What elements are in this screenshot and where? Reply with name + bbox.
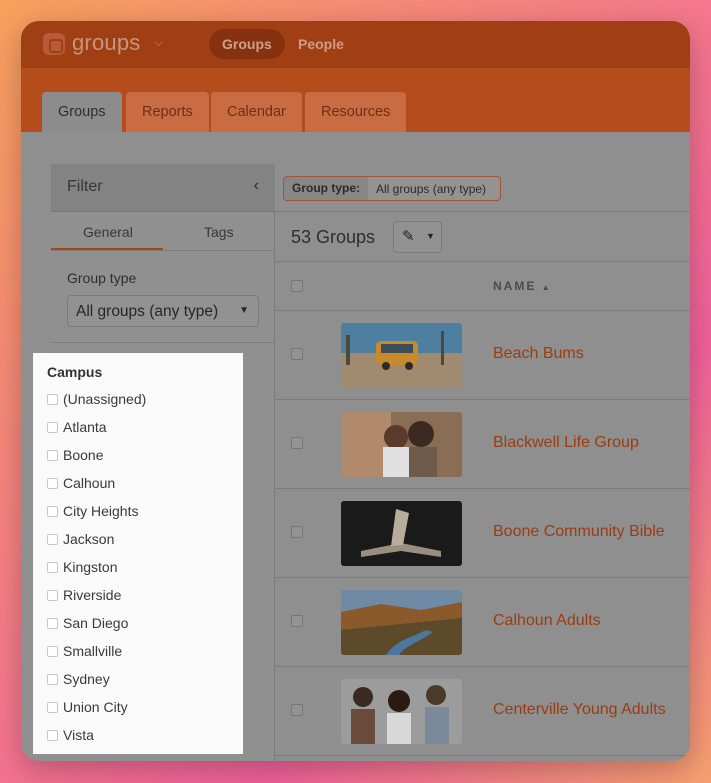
group-count: 53 Groups xyxy=(291,227,376,247)
sort-ascending-icon: ▲ xyxy=(541,283,552,292)
app-name[interactable]: groups xyxy=(72,30,140,56)
campus-option-label: Atlanta xyxy=(63,419,107,435)
filter-chip[interactable]: Group type: All groups (any type) xyxy=(283,176,502,201)
filter-header: Filter ‹ xyxy=(51,164,275,212)
nav-groups[interactable]: Groups xyxy=(209,29,285,59)
row-checkbox[interactable] xyxy=(291,526,303,538)
section-tabs: Groups Reports Calendar Resources xyxy=(21,68,690,132)
row-checkbox[interactable] xyxy=(291,348,303,360)
campus-option[interactable]: Riverside xyxy=(47,585,121,605)
row-checkbox[interactable] xyxy=(291,437,303,449)
campus-option-label: Smallville xyxy=(63,643,123,659)
group-type-label: Group type xyxy=(67,270,137,286)
column-header-name[interactable]: NAME ▲ xyxy=(493,279,552,293)
campus-option[interactable]: Calhoun xyxy=(47,473,115,493)
tab-reports[interactable]: Reports xyxy=(126,92,209,132)
campus-option[interactable]: Boone xyxy=(47,445,103,465)
group-name-link[interactable]: Beach Bums xyxy=(493,345,584,363)
group-name-link[interactable]: Calhoun Adults xyxy=(493,612,601,630)
tab-calendar[interactable]: Calendar xyxy=(211,92,302,132)
checkbox[interactable] xyxy=(47,505,58,517)
group-thumbnail[interactable] xyxy=(341,323,462,388)
campus-option[interactable]: Atlanta xyxy=(47,417,107,437)
nav-people[interactable]: People xyxy=(285,29,357,59)
campus-option-label: (Unassigned) xyxy=(63,391,147,407)
checkbox[interactable] xyxy=(47,673,58,685)
chevron-left-icon[interactable]: ‹ xyxy=(254,177,259,195)
campus-option-label: Union City xyxy=(63,699,128,715)
checkbox[interactable] xyxy=(47,421,58,433)
filter-title: Filter xyxy=(67,178,103,195)
campus-option[interactable]: Sydney xyxy=(47,669,110,689)
campus-option-label: City Heights xyxy=(63,503,139,519)
checkbox[interactable] xyxy=(47,561,58,573)
group-thumbnail[interactable] xyxy=(341,501,462,566)
campus-filter-section: Campus (Unassigned) Atlanta Boone Calhou… xyxy=(33,353,243,754)
results-bar: 53 Groups ✎ ▼ xyxy=(275,212,690,262)
chevron-down-icon[interactable]: ⌵ xyxy=(154,35,163,50)
groups-logo-icon[interactable] xyxy=(43,33,65,55)
filter-chip-key: Group type: xyxy=(284,177,368,200)
campus-option[interactable]: Union City xyxy=(47,697,128,717)
tab-groups[interactable]: Groups xyxy=(42,92,122,132)
campus-option-label: Jackson xyxy=(63,531,115,547)
campus-option-label: Boone xyxy=(63,447,104,463)
campus-option[interactable]: Jackson xyxy=(47,529,114,549)
table-row[interactable]: Boone Community Bible xyxy=(275,489,690,578)
top-navbar: groups ⌵ Groups People xyxy=(21,21,690,68)
campus-option[interactable]: (Unassigned) xyxy=(47,389,146,409)
table-row[interactable]: Centerville Young Adults xyxy=(275,667,690,756)
group-type-select[interactable]: All groups (any type) ▼ xyxy=(67,295,259,327)
campus-option[interactable]: City Heights xyxy=(47,501,138,521)
subtab-general[interactable]: General xyxy=(83,224,133,240)
campus-option-label: Riverside xyxy=(63,587,122,603)
active-filters-bar: Group type: All groups (any type) xyxy=(275,164,690,212)
campus-option-label: Vista xyxy=(63,727,94,743)
checkbox[interactable] xyxy=(47,477,58,489)
campus-option-label: San Diego xyxy=(63,615,129,631)
group-thumbnail[interactable] xyxy=(341,590,462,655)
checkbox[interactable] xyxy=(47,589,58,601)
checkbox[interactable] xyxy=(47,393,58,405)
caret-down-icon: ▼ xyxy=(426,231,435,241)
checkbox[interactable] xyxy=(47,533,58,545)
filter-chip-value: All groups (any type) xyxy=(376,181,487,196)
bulk-edit-button[interactable]: ✎ ▼ xyxy=(393,221,442,253)
checkbox[interactable] xyxy=(47,645,58,657)
checkbox[interactable] xyxy=(47,729,58,741)
campus-option[interactable]: Kingston xyxy=(47,557,117,577)
group-type-value: All groups (any type) xyxy=(76,303,219,320)
group-name-link[interactable]: Centerville Young Adults xyxy=(493,701,666,719)
campus-option-label: Kingston xyxy=(63,559,118,575)
divider xyxy=(51,342,275,343)
subtab-tags[interactable]: Tags xyxy=(204,224,234,240)
group-name-link[interactable]: Boone Community Bible xyxy=(493,523,665,541)
checkbox[interactable] xyxy=(47,701,58,713)
campus-option-label: Sydney xyxy=(63,671,110,687)
campus-title: Campus xyxy=(47,364,103,380)
table-row[interactable]: Calhoun Adults xyxy=(275,578,690,667)
table-row[interactable]: Blackwell Life Group xyxy=(275,400,690,489)
caret-down-icon: ▼ xyxy=(239,305,249,316)
row-checkbox[interactable] xyxy=(291,615,303,627)
group-name-link[interactable]: Blackwell Life Group xyxy=(493,434,639,452)
campus-option[interactable]: Vista xyxy=(47,725,94,745)
checkbox[interactable] xyxy=(47,617,58,629)
campus-option[interactable]: San Diego xyxy=(47,613,128,633)
group-thumbnail[interactable] xyxy=(341,679,462,744)
pencil-icon: ✎ xyxy=(402,228,415,245)
group-thumbnail[interactable] xyxy=(341,412,462,477)
campus-option-label: Calhoun xyxy=(63,475,116,491)
tab-resources[interactable]: Resources xyxy=(305,92,407,132)
campus-option[interactable]: Smallville xyxy=(47,641,122,661)
table-row[interactable]: Beach Bums xyxy=(275,311,690,400)
checkbox[interactable] xyxy=(47,449,58,461)
divider xyxy=(51,250,275,251)
table-header: NAME ▲ xyxy=(275,262,690,311)
select-all-checkbox[interactable] xyxy=(291,280,303,292)
row-checkbox[interactable] xyxy=(291,704,303,716)
